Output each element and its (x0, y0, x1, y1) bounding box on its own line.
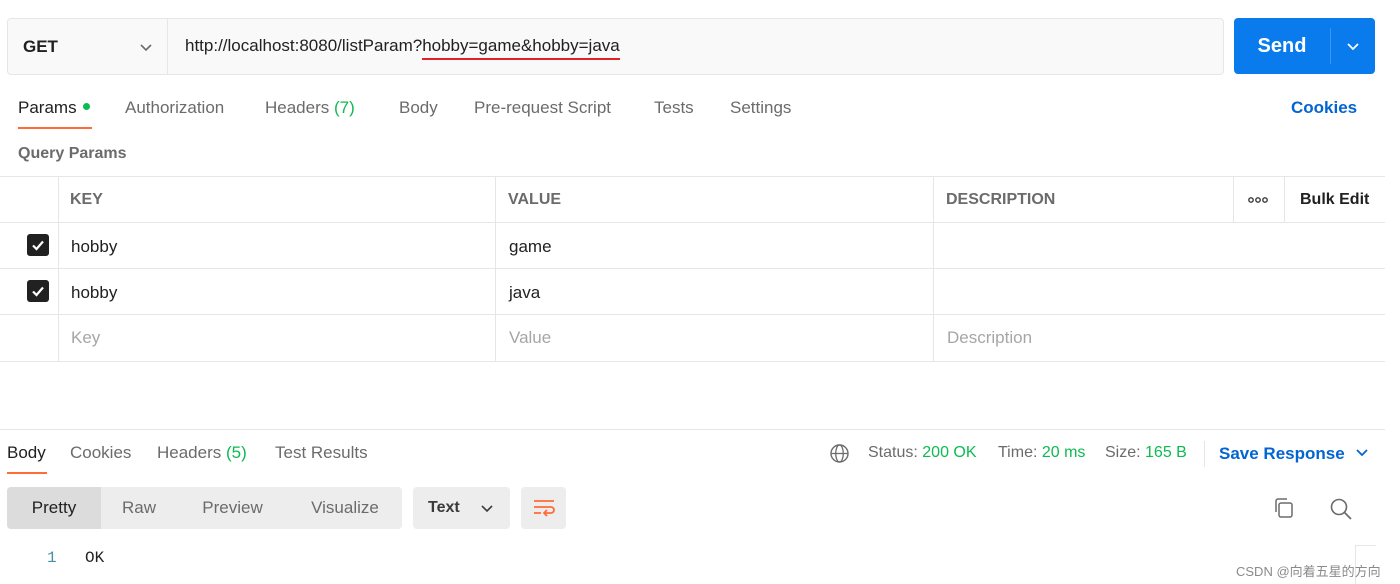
response-body-text: OK (85, 549, 105, 567)
size-value: 165 B (1145, 444, 1187, 461)
response-tab-cookies[interactable]: Cookies (70, 443, 131, 463)
time-label: Time: (998, 444, 1038, 461)
params-indicator-dot (82, 103, 90, 111)
table-border (495, 176, 496, 362)
response-divider (0, 429, 1385, 430)
size-label: Size: (1105, 444, 1141, 461)
wrap-lines-icon (533, 500, 555, 517)
more-icon[interactable] (1247, 192, 1271, 208)
tab-params-label: Params (18, 98, 77, 117)
tab-headers-count: (7) (334, 98, 355, 117)
table-border (1233, 176, 1234, 222)
send-dropdown[interactable] (1331, 18, 1375, 74)
send-button[interactable]: Send (1234, 18, 1375, 74)
status-label: Status: (868, 444, 918, 461)
chevron-down-icon (1356, 449, 1369, 457)
column-header-key: KEY (70, 191, 103, 208)
time-value: 20 ms (1041, 444, 1086, 461)
tab-tests[interactable]: Tests (654, 98, 694, 118)
tab-settings[interactable]: Settings (730, 98, 791, 118)
response-tab-active-indicator (7, 472, 47, 474)
tab-headers[interactable]: Headers (7) (265, 98, 355, 118)
save-response-label: Save Response (1219, 444, 1345, 463)
status-divider (1204, 441, 1205, 467)
format-select[interactable]: Text (413, 487, 510, 529)
table-border (0, 314, 1385, 315)
response-tab-body[interactable]: Body (7, 443, 46, 463)
table-border (0, 176, 1385, 177)
tab-body[interactable]: Body (399, 98, 438, 118)
chevron-down-icon (139, 40, 153, 54)
table-border (0, 361, 1385, 362)
wrap-lines-button[interactable] (521, 487, 566, 529)
view-mode-raw[interactable]: Raw (101, 487, 177, 529)
cookies-link[interactable]: Cookies (1291, 98, 1357, 118)
format-label: Text (428, 499, 460, 516)
url-input[interactable]: http://localhost:8080/listParam?hobby=ga… (185, 36, 620, 60)
bulk-edit-button[interactable]: Bulk Edit (1300, 191, 1369, 209)
checkbox-checked-icon[interactable] (27, 234, 49, 256)
param-key-cell[interactable]: hobby (71, 283, 117, 303)
checkbox-checked-icon[interactable] (27, 280, 49, 302)
table-border (0, 268, 1385, 269)
key-placeholder[interactable]: Key (71, 328, 100, 348)
search-icon[interactable] (1329, 497, 1353, 526)
table-border (933, 176, 934, 362)
url-prefix: http://localhost:8080/listParam? (185, 36, 423, 55)
column-header-value: VALUE (508, 191, 562, 208)
description-placeholder[interactable]: Description (947, 328, 1032, 348)
response-tab-test-results[interactable]: Test Results (275, 443, 368, 463)
value-placeholder[interactable]: Value (509, 328, 551, 348)
method-label: GET (23, 36, 58, 56)
status-readout: Status: 200 OK (868, 444, 977, 462)
time-readout: Time: 20 ms (998, 444, 1085, 462)
param-key-cell[interactable]: hobby (71, 237, 117, 257)
response-tab-headers-count: (5) (226, 443, 247, 462)
method-select[interactable]: GET (8, 19, 168, 74)
globe-icon[interactable] (829, 443, 851, 465)
chevron-down-icon (1347, 43, 1359, 51)
copy-icon[interactable] (1273, 497, 1295, 524)
column-header-description: DESCRIPTION (946, 191, 1056, 208)
chevron-down-icon (481, 505, 493, 513)
table-border (58, 176, 59, 362)
table-border (1284, 176, 1285, 222)
query-params-title: Query Params (18, 145, 127, 162)
view-mode-visualize[interactable]: Visualize (288, 487, 402, 529)
response-tab-headers[interactable]: Headers (5) (157, 443, 247, 463)
view-mode-pretty[interactable]: Pretty (7, 487, 101, 529)
tab-params[interactable]: Params (18, 98, 90, 118)
status-value: 200 OK (922, 444, 977, 461)
send-label: Send (1257, 34, 1307, 57)
tab-prerequest-script[interactable]: Pre-request Script (474, 98, 611, 118)
param-value-cell[interactable]: java (509, 283, 540, 303)
size-readout: Size: 165 B (1105, 444, 1187, 462)
url-query: hobby=game&hobby=java (422, 36, 620, 60)
watermark: CSDN @向着五星的方向 (1236, 564, 1381, 579)
param-value-cell[interactable]: game (509, 237, 552, 257)
line-number: 1 (47, 549, 57, 567)
view-mode-preview[interactable]: Preview (177, 487, 288, 529)
table-border (0, 222, 1385, 223)
response-tab-headers-label: Headers (157, 443, 222, 462)
tab-active-indicator (18, 127, 92, 129)
tab-authorization[interactable]: Authorization (125, 98, 224, 118)
save-response-button[interactable]: Save Response (1219, 444, 1369, 464)
tab-headers-label: Headers (265, 98, 330, 117)
